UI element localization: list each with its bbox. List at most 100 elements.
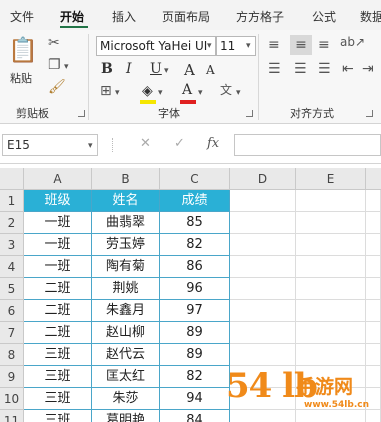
table-cell[interactable]: 赵山柳: [92, 322, 160, 344]
empty-cell[interactable]: [366, 300, 381, 322]
table-cell[interactable]: 二班: [24, 322, 92, 344]
table-cell[interactable]: 二班: [24, 300, 92, 322]
underline-dropdown-icon[interactable]: ▾: [164, 66, 169, 76]
cancel-entry-icon[interactable]: ✕: [140, 136, 151, 151]
empty-cell[interactable]: [366, 212, 381, 234]
table-header-cell[interactable]: 班级: [24, 190, 92, 212]
table-cell[interactable]: 朱鑫月: [92, 300, 160, 322]
decrease-indent-icon[interactable]: ⇤: [342, 62, 354, 76]
table-cell[interactable]: 82: [160, 234, 230, 256]
table-header-cell[interactable]: 姓名: [92, 190, 160, 212]
name-box-dropdown-icon[interactable]: ▾: [88, 141, 93, 151]
underline-button[interactable]: U: [150, 61, 162, 77]
formula-input[interactable]: [234, 134, 381, 156]
table-cell[interactable]: 96: [160, 278, 230, 300]
empty-cell[interactable]: [296, 300, 366, 322]
format-painter-icon[interactable]: 🖌: [48, 80, 66, 94]
row-header[interactable]: 1: [0, 190, 24, 212]
column-header-c[interactable]: C: [160, 168, 230, 190]
table-cell[interactable]: 陶有菊: [92, 256, 160, 278]
align-left-icon[interactable]: ☰: [268, 62, 281, 76]
row-header[interactable]: 3: [0, 234, 24, 256]
font-size-dropdown-icon[interactable]: ▾: [246, 41, 251, 51]
table-cell[interactable]: 三班: [24, 410, 92, 422]
table-cell[interactable]: 三班: [24, 344, 92, 366]
orientation-icon[interactable]: ab↗: [340, 36, 365, 48]
empty-cell[interactable]: [230, 234, 296, 256]
empty-cell[interactable]: [296, 256, 366, 278]
column-header-a[interactable]: A: [24, 168, 92, 190]
table-cell[interactable]: 匡太红: [92, 366, 160, 388]
insert-function-icon[interactable]: fx: [207, 136, 219, 151]
tab-file[interactable]: 文件: [10, 8, 34, 25]
copy-dropdown-icon[interactable]: ▾: [64, 62, 69, 72]
empty-cell[interactable]: [366, 278, 381, 300]
empty-cell[interactable]: [366, 190, 381, 212]
align-middle-icon[interactable]: ≡: [290, 35, 312, 55]
table-cell[interactable]: 三班: [24, 366, 92, 388]
italic-button[interactable]: I: [126, 61, 132, 77]
table-cell[interactable]: 86: [160, 256, 230, 278]
row-header[interactable]: 10: [0, 388, 24, 410]
table-cell[interactable]: 82: [160, 366, 230, 388]
table-cell[interactable]: 85: [160, 212, 230, 234]
table-cell[interactable]: 三班: [24, 388, 92, 410]
tab-data[interactable]: 数据: [360, 8, 381, 25]
table-cell[interactable]: 97: [160, 300, 230, 322]
tab-formulas[interactable]: 公式: [312, 8, 336, 25]
phonetic-icon[interactable]: 文: [220, 84, 232, 96]
phonetic-dropdown-icon[interactable]: ▾: [236, 88, 241, 98]
font-name-field[interactable]: Microsoft YaHei UI: [96, 36, 216, 56]
borders-icon[interactable]: ⊞: [100, 84, 112, 98]
table-cell[interactable]: 一班: [24, 234, 92, 256]
empty-cell[interactable]: [296, 190, 366, 212]
row-header[interactable]: 2: [0, 212, 24, 234]
row-header[interactable]: 11: [0, 410, 24, 422]
table-cell[interactable]: 94: [160, 388, 230, 410]
increase-indent-icon[interactable]: ⇥: [362, 62, 374, 76]
tab-home[interactable]: 开始: [60, 8, 84, 25]
table-cell[interactable]: 二班: [24, 278, 92, 300]
table-cell[interactable]: 赵代云: [92, 344, 160, 366]
empty-cell[interactable]: [230, 300, 296, 322]
empty-cell[interactable]: [366, 344, 381, 366]
column-header-b[interactable]: B: [92, 168, 160, 190]
column-header-e[interactable]: E: [296, 168, 366, 190]
cut-icon[interactable]: ✂: [48, 36, 60, 50]
paste-icon[interactable]: 📋: [8, 38, 38, 68]
table-cell[interactable]: 朱莎: [92, 388, 160, 410]
column-header-d[interactable]: D: [230, 168, 296, 190]
tab-page-layout[interactable]: 页面布局: [162, 8, 210, 25]
empty-cell[interactable]: [296, 212, 366, 234]
empty-cell[interactable]: [296, 234, 366, 256]
row-header[interactable]: 6: [0, 300, 24, 322]
empty-cell[interactable]: [296, 344, 366, 366]
fill-color-dropdown-icon[interactable]: ▾: [158, 88, 163, 98]
align-top-icon[interactable]: ≡: [268, 38, 280, 52]
table-cell[interactable]: 89: [160, 344, 230, 366]
row-header[interactable]: 9: [0, 366, 24, 388]
empty-cell[interactable]: [230, 322, 296, 344]
align-center-icon[interactable]: ☰: [294, 62, 307, 76]
paste-button-label[interactable]: 粘贴: [10, 70, 32, 86]
empty-cell[interactable]: [230, 212, 296, 234]
row-header[interactable]: 5: [0, 278, 24, 300]
row-header[interactable]: 7: [0, 322, 24, 344]
tab-insert[interactable]: 插入: [112, 8, 136, 25]
table-cell[interactable]: 葛明艳: [92, 410, 160, 422]
table-cell[interactable]: 89: [160, 322, 230, 344]
borders-dropdown-icon[interactable]: ▾: [115, 88, 120, 98]
name-box[interactable]: E15: [2, 134, 98, 156]
table-cell[interactable]: 84: [160, 410, 230, 422]
font-color-icon[interactable]: A: [182, 83, 192, 97]
shrink-font-button[interactable]: A: [206, 63, 215, 77]
select-all-corner[interactable]: [0, 168, 24, 190]
font-name-dropdown-icon[interactable]: ▾: [207, 41, 212, 51]
copy-icon[interactable]: ❐: [48, 58, 61, 72]
empty-cell[interactable]: [230, 256, 296, 278]
empty-cell[interactable]: [366, 256, 381, 278]
row-header[interactable]: 8: [0, 344, 24, 366]
table-cell[interactable]: 劳玉婷: [92, 234, 160, 256]
empty-cell[interactable]: [366, 322, 381, 344]
table-header-cell[interactable]: 成绩: [160, 190, 230, 212]
